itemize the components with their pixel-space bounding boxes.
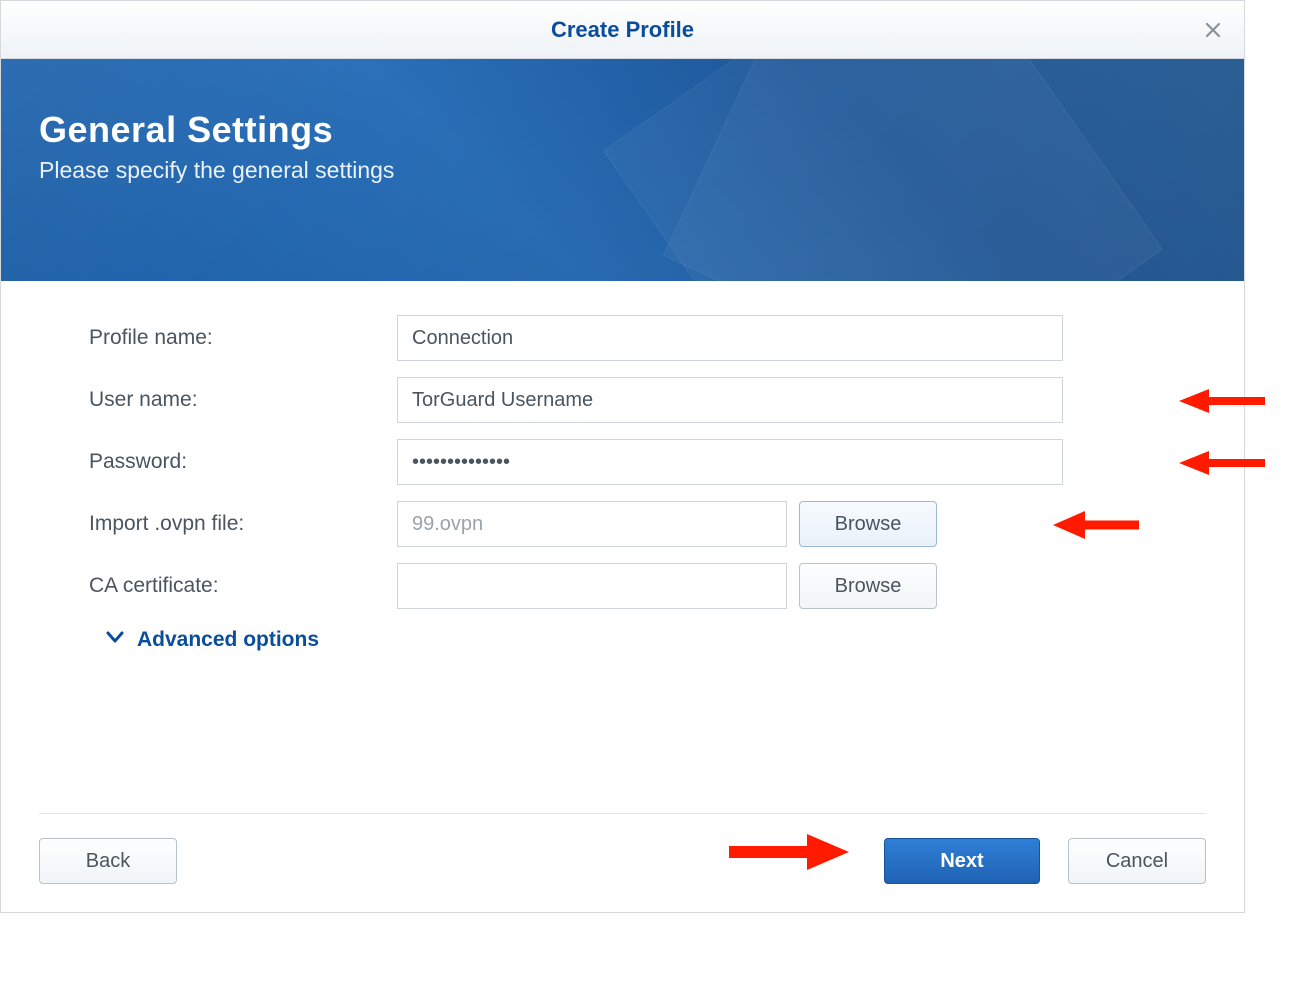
annotation-arrow-icon	[1179, 387, 1265, 415]
annotation-arrow-icon	[1179, 449, 1265, 477]
form-area: Profile name: User name: Password:	[1, 281, 1244, 673]
password-label: Password:	[89, 450, 397, 474]
user-name-input[interactable]	[397, 377, 1063, 423]
row-password: Password:	[89, 439, 1206, 485]
banner: General Settings Please specify the gene…	[1, 59, 1244, 281]
profile-name-label: Profile name:	[89, 326, 397, 350]
import-ovpn-browse-button[interactable]: Browse	[799, 501, 937, 547]
cancel-button[interactable]: Cancel	[1068, 838, 1206, 884]
banner-subheading: Please specify the general settings	[39, 157, 1206, 184]
row-profile-name: Profile name:	[89, 315, 1206, 361]
close-icon[interactable]	[1200, 17, 1226, 43]
banner-heading: General Settings	[39, 109, 1206, 151]
row-ca-certificate: CA certificate: Browse	[89, 563, 1206, 609]
back-button[interactable]: Back	[39, 838, 177, 884]
annotation-arrow-icon	[729, 832, 849, 872]
chevron-down-icon	[105, 627, 125, 653]
ca-certificate-browse-button[interactable]: Browse	[799, 563, 937, 609]
import-ovpn-input[interactable]	[397, 501, 787, 547]
create-profile-wizard: Create Profile General Settings Please s…	[0, 0, 1245, 913]
titlebar: Create Profile	[1, 1, 1244, 59]
password-input[interactable]	[397, 439, 1063, 485]
row-import-ovpn: Import .ovpn file: Browse	[89, 501, 1206, 547]
import-ovpn-label: Import .ovpn file:	[89, 512, 397, 536]
next-button[interactable]: Next	[884, 838, 1040, 884]
footer: Back Next Cancel	[39, 813, 1206, 912]
window-title: Create Profile	[551, 17, 694, 43]
ca-certificate-input[interactable]	[397, 563, 787, 609]
ca-certificate-label: CA certificate:	[89, 574, 397, 598]
profile-name-input[interactable]	[397, 315, 1063, 361]
row-user-name: User name:	[89, 377, 1206, 423]
advanced-options-label: Advanced options	[137, 628, 319, 652]
advanced-options-toggle[interactable]: Advanced options	[105, 627, 1206, 653]
annotation-arrow-icon	[1053, 511, 1139, 539]
user-name-label: User name:	[89, 388, 397, 412]
